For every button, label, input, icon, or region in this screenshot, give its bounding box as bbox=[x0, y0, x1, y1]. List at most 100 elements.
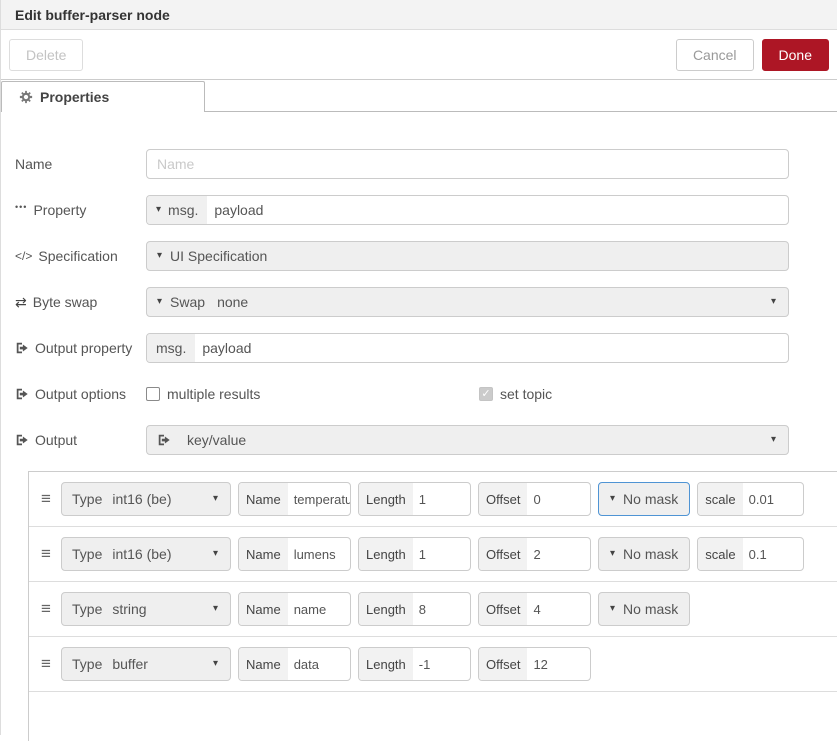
byteswap-select[interactable]: ▾ Swap none ▾ bbox=[146, 287, 789, 317]
dialog-content: Name ••• Property ▾ msg. payload </> Spe… bbox=[1, 112, 837, 741]
item-offset-chip: Offset bbox=[479, 483, 528, 515]
item-mask-label: No mask bbox=[623, 491, 679, 507]
item-type-select[interactable]: Type string ▾ bbox=[61, 592, 231, 626]
item-type-select[interactable]: Type int16 (be) ▾ bbox=[61, 482, 231, 516]
code-icon: </> bbox=[15, 249, 33, 263]
item-mask-button[interactable]: ▾ No mask bbox=[598, 482, 691, 516]
specification-label: </> Specification bbox=[15, 248, 146, 264]
chevron-down-icon: ▾ bbox=[610, 493, 616, 504]
item-name-value[interactable]: temperatu bbox=[288, 483, 350, 515]
set-topic-option: ✓ set topic bbox=[479, 386, 552, 402]
item-name-input[interactable]: Name temperatu bbox=[238, 482, 351, 516]
item-offset-input[interactable]: Offset 2 bbox=[478, 537, 591, 571]
name-label: Name bbox=[15, 156, 146, 172]
item-scale-input[interactable]: scale 0.01 bbox=[697, 482, 805, 516]
item-length-chip: Length bbox=[359, 483, 413, 515]
item-scale-input[interactable]: scale 0.1 bbox=[697, 537, 805, 571]
property-row: ••• Property ▾ msg. payload bbox=[15, 195, 837, 225]
item-mask-button[interactable]: ▾ No mask bbox=[598, 592, 691, 626]
cancel-button[interactable]: Cancel bbox=[675, 38, 754, 71]
property-label-text: Property bbox=[33, 202, 87, 218]
item-offset-chip: Offset bbox=[479, 648, 528, 680]
drag-handle-icon[interactable]: ≡ bbox=[38, 654, 54, 674]
item-name-value[interactable]: lumens bbox=[288, 538, 342, 570]
dialog-title: Edit buffer-parser node bbox=[15, 6, 170, 23]
item-length-input[interactable]: Length 1 bbox=[358, 537, 471, 571]
item-length-chip: Length bbox=[359, 538, 413, 570]
output-row: Output key/value ▾ bbox=[15, 425, 837, 455]
item-offset-value[interactable]: 2 bbox=[527, 538, 546, 570]
done-button[interactable]: Done bbox=[761, 38, 829, 71]
item-name-chip: Name bbox=[239, 538, 288, 570]
drag-handle-icon[interactable]: ≡ bbox=[38, 489, 54, 509]
item-name-value[interactable]: data bbox=[288, 648, 325, 680]
multiple-results-checkbox[interactable] bbox=[146, 387, 160, 401]
chevron-down-icon: ▾ bbox=[610, 603, 616, 614]
parse-item-row: ≡ Type string ▾ Name name Length 8 Offse… bbox=[29, 582, 837, 637]
item-length-input[interactable]: Length -1 bbox=[358, 647, 471, 681]
item-offset-input[interactable]: Offset 4 bbox=[478, 592, 591, 626]
property-prefix: msg. bbox=[168, 202, 199, 218]
item-length-input[interactable]: Length 8 bbox=[358, 592, 471, 626]
toolbar-right: Cancel Done bbox=[675, 38, 829, 71]
item-offset-value[interactable]: 0 bbox=[527, 483, 546, 515]
item-length-value[interactable]: 1 bbox=[413, 538, 432, 570]
gear-icon bbox=[19, 90, 33, 104]
property-type-button[interactable]: ▾ msg. bbox=[147, 196, 208, 224]
specification-select[interactable]: ▾ UI Specification bbox=[146, 241, 789, 271]
item-mask-button[interactable]: ▾ No mask bbox=[598, 537, 691, 571]
item-offset-value[interactable]: 4 bbox=[527, 593, 546, 625]
item-name-chip: Name bbox=[239, 483, 288, 515]
item-length-chip: Length bbox=[359, 648, 413, 680]
sign-out-icon bbox=[15, 341, 29, 355]
item-type-value: buffer bbox=[112, 656, 148, 672]
item-length-value[interactable]: 8 bbox=[413, 593, 432, 625]
name-label-text: Name bbox=[15, 156, 53, 172]
chevron-down-icon: ▾ bbox=[212, 548, 218, 559]
sign-out-icon bbox=[15, 433, 29, 447]
item-offset-value[interactable]: 12 bbox=[527, 648, 553, 680]
item-name-input[interactable]: Name data bbox=[238, 647, 351, 681]
set-topic-checkbox[interactable]: ✓ bbox=[479, 387, 493, 401]
multiple-results-label: multiple results bbox=[167, 386, 261, 402]
item-name-value[interactable]: name bbox=[288, 593, 333, 625]
item-type-value: string bbox=[112, 601, 147, 617]
chevron-down-icon: ▾ bbox=[610, 548, 616, 559]
output-property-input[interactable]: msg. payload bbox=[146, 333, 789, 363]
property-input[interactable]: ▾ msg. payload bbox=[146, 195, 789, 225]
item-name-chip: Name bbox=[239, 648, 288, 680]
item-scale-value[interactable]: 0.1 bbox=[743, 538, 773, 570]
byteswap-label: ⇄ Byte swap bbox=[15, 294, 146, 311]
item-type-select[interactable]: Type buffer ▾ bbox=[61, 647, 231, 681]
toolbar: Delete Cancel Done bbox=[1, 30, 837, 80]
item-scale-chip: scale bbox=[698, 538, 743, 570]
item-offset-input[interactable]: Offset 0 bbox=[478, 482, 591, 516]
item-mask-label: No mask bbox=[623, 601, 679, 617]
delete-button[interactable]: Delete bbox=[9, 38, 84, 71]
parse-item-row: ≡ Type int16 (be) ▾ Name temperatu Lengt… bbox=[29, 472, 837, 527]
tab-bar: Properties bbox=[1, 80, 837, 112]
tab-properties[interactable]: Properties bbox=[1, 81, 205, 112]
item-length-input[interactable]: Length 1 bbox=[358, 482, 471, 516]
item-length-value[interactable]: -1 bbox=[413, 648, 437, 680]
drag-handle-icon[interactable]: ≡ bbox=[38, 599, 54, 619]
name-row: Name bbox=[15, 149, 837, 179]
byteswap-value: none bbox=[217, 294, 249, 310]
output-property-value[interactable]: payload bbox=[195, 334, 258, 362]
item-name-input[interactable]: Name lumens bbox=[238, 537, 351, 571]
specification-row: </> Specification ▾ UI Specification bbox=[15, 241, 837, 271]
output-label: Output bbox=[15, 432, 146, 448]
item-scale-value[interactable]: 0.01 bbox=[743, 483, 780, 515]
item-type-value: int16 (be) bbox=[112, 546, 172, 562]
item-name-chip: Name bbox=[239, 593, 288, 625]
item-name-input[interactable]: Name name bbox=[238, 592, 351, 626]
property-value[interactable]: payload bbox=[207, 196, 270, 224]
item-length-value[interactable]: 1 bbox=[413, 483, 432, 515]
item-type-select[interactable]: Type int16 (be) ▾ bbox=[61, 537, 231, 571]
drag-handle-icon[interactable]: ≡ bbox=[38, 544, 54, 564]
name-input[interactable] bbox=[146, 149, 789, 179]
output-select[interactable]: key/value ▾ bbox=[146, 425, 789, 455]
chevron-down-icon: ▾ bbox=[770, 434, 776, 445]
item-offset-input[interactable]: Offset 12 bbox=[478, 647, 591, 681]
output-value: key/value bbox=[187, 432, 247, 448]
